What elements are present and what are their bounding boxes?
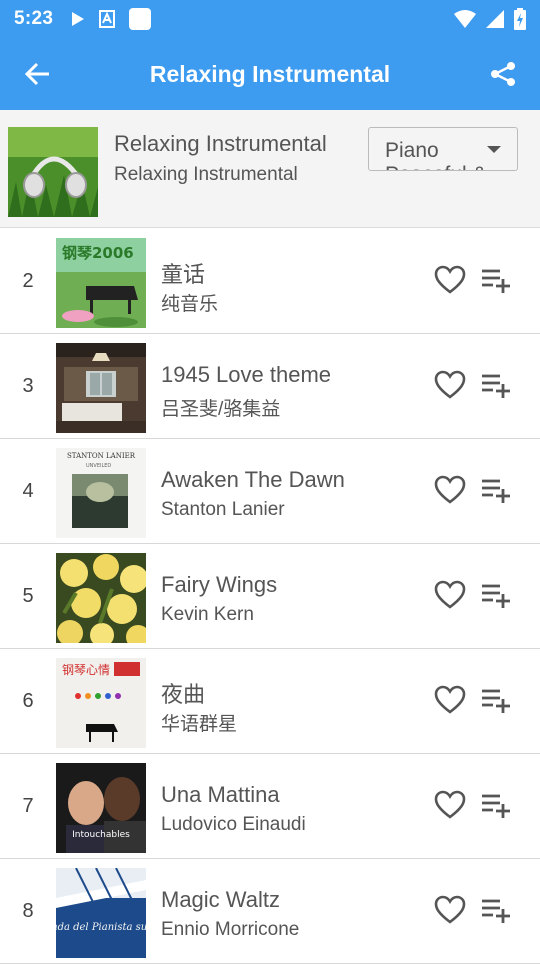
svg-text:钢琴2006: 钢琴2006 (62, 244, 134, 262)
track-row[interactable]: 4 STANTON LANIER UNVEILED Awaken The Daw… (0, 439, 540, 544)
heart-icon[interactable] (434, 580, 466, 610)
track-index: 2 (22, 270, 34, 292)
track-index: 7 (22, 795, 34, 817)
category-selected: Piano (385, 139, 439, 162)
album-art-text: Intouchables (72, 830, 130, 840)
track-artist: 吕圣斐/骆集益 (161, 399, 281, 420)
playlist-title: Relaxing Instrumental (114, 131, 327, 156)
status-bar: 5:23 (0, 0, 540, 38)
share-icon (491, 62, 515, 86)
track-index: 5 (22, 585, 34, 607)
signal-icon (486, 10, 504, 28)
playlist-add-icon[interactable] (480, 265, 512, 295)
category-next-option: Peaceful & (385, 163, 487, 170)
track-row[interactable]: 8 la Leggenda del Pianista sull'Oceano M… (0, 859, 540, 964)
arrow-back-icon (24, 62, 49, 86)
status-time: 5:23 (14, 8, 54, 29)
album-room-icon (56, 343, 146, 433)
share-button[interactable] (466, 38, 540, 110)
album-art-text: la Leggenda del Pianista sull'Oceano (56, 922, 146, 933)
track-list: 2 钢琴2006 童话 纯音乐 3 1945 Love theme 吕圣斐/骆集… (0, 229, 540, 964)
track-title: 夜曲 (161, 682, 206, 707)
app-bar: Relaxing Instrumental (0, 38, 540, 110)
album-art-subtext: UNVEILED (86, 463, 111, 469)
track-artist: 华语群星 (161, 714, 238, 735)
playlist-add-icon[interactable] (480, 790, 512, 820)
track-title: Fairy Wings (161, 572, 278, 597)
heart-icon[interactable] (434, 265, 466, 295)
playlist-add-icon[interactable] (480, 580, 512, 610)
album-flowers-icon (56, 553, 146, 643)
playlist-add-icon[interactable] (480, 685, 512, 715)
page-title: Relaxing Instrumental (149, 60, 391, 87)
track-title: 童话 (161, 262, 206, 287)
heart-icon[interactable] (434, 895, 466, 925)
playlist-header: Relaxing Instrumental Relaxing Instrumen… (0, 110, 540, 228)
track-row[interactable]: 2 钢琴2006 童话 纯音乐 (0, 229, 540, 334)
track-title: Una Mattina (161, 782, 280, 807)
heart-icon[interactable] (434, 370, 466, 400)
track-index: 3 (22, 375, 34, 397)
album-pianist-icon: la Leggenda del Pianista sull'Oceano (56, 868, 146, 958)
playlist-add-icon[interactable] (480, 895, 512, 925)
track-artist: Ludovico Einaudi (161, 814, 306, 835)
track-title: Magic Waltz (161, 887, 280, 912)
track-row[interactable]: 6 钢琴心情 夜曲 华语群星 (0, 649, 540, 754)
album-dawn-icon: STANTON LANIER UNVEILED (56, 448, 146, 538)
album-piano-icon: 钢琴2006 (56, 238, 146, 328)
track-artist: 纯音乐 (161, 294, 219, 315)
back-button[interactable] (0, 38, 74, 110)
play-notification-icon (72, 12, 85, 26)
album-piano-white-icon: 钢琴心情 (56, 658, 146, 748)
playlist-subtitle: Relaxing Instrumental (114, 164, 298, 185)
battery-icon (514, 8, 526, 30)
playlist-add-icon[interactable] (480, 475, 512, 505)
track-title: 1945 Love theme (161, 362, 332, 387)
wifi-icon (454, 10, 476, 28)
heart-icon[interactable] (434, 475, 466, 505)
track-index: 6 (22, 690, 34, 712)
track-artist: Kevin Kern (161, 604, 254, 625)
dropdown-arrow-icon (487, 146, 501, 153)
heart-icon[interactable] (434, 790, 466, 820)
track-row[interactable]: 3 1945 Love theme 吕圣斐/骆集益 (0, 334, 540, 439)
app-notification-icon (129, 8, 152, 30)
track-row[interactable]: 5 Fairy Wings Kevin Kern (0, 544, 540, 649)
album-art-text: 钢琴心情 (62, 663, 110, 677)
track-index: 8 (22, 900, 34, 922)
heart-icon[interactable] (434, 685, 466, 715)
track-artist: Stanton Lanier (161, 499, 285, 520)
album-intouchables-icon: Intouchables (56, 763, 146, 853)
track-row[interactable]: 7 Intouchables Una Mattina Ludovico Eina… (0, 754, 540, 859)
track-artist: Ennio Morricone (161, 919, 300, 940)
album-art-text: STANTON LANIER (67, 452, 136, 460)
playlist-cover-headphones-icon (8, 127, 98, 217)
text-notification-icon (99, 10, 116, 28)
track-title: Awaken The Dawn (161, 467, 345, 492)
playlist-add-icon[interactable] (480, 370, 512, 400)
track-index: 4 (22, 480, 34, 502)
category-dropdown[interactable]: Piano Peaceful & (368, 127, 518, 171)
